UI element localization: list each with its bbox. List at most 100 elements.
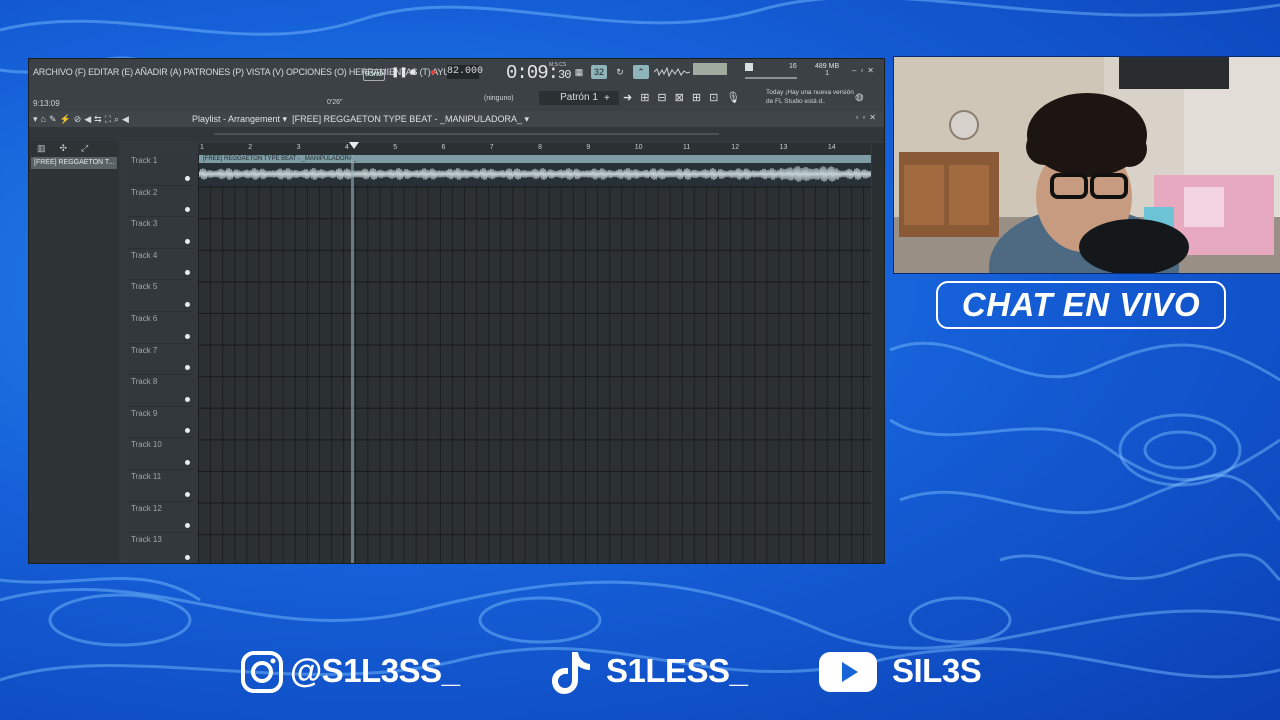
vertical-scrollbar[interactable] [872,143,884,563]
instagram-handle: @S1L3SS_ [240,648,480,698]
window-controls[interactable]: –▫✕ [852,66,878,75]
arrangement-grid[interactable] [198,155,871,563]
keyboard-icon[interactable]: ▦ [571,65,587,79]
track-mute-dot[interactable] [185,428,190,434]
webcam-image [894,57,1280,273]
track-label: Track 2 [131,187,158,197]
picker-panel: ▥✣⤢ [FREE] REGGAETON T... [29,141,119,563]
track-mute-dot[interactable] [185,554,190,560]
horizontal-scrollbar[interactable] [214,133,719,135]
position-readout: 0'26" [327,99,343,106]
track-header[interactable]: Track 9 [127,406,193,439]
track-header[interactable]: Track 11 [127,469,193,502]
window-toolbar[interactable]: ➜⊞⊟⊠⊞⊡🎙 [623,91,748,104]
ruler-tick-label: 1 [200,144,204,151]
news-label: Today [766,89,784,96]
track-header[interactable]: Track 13 [127,532,193,563]
track-label: Track 7 [131,345,158,355]
track-mute-dot[interactable] [185,207,190,213]
master-volume-slider[interactable] [745,77,797,79]
memory-value: 489 MB [815,63,840,70]
waveform-path [199,166,871,182]
instagram-text: @S1L3SS_ [290,652,460,689]
picker-item[interactable]: [FREE] REGGAETON T... [31,157,117,169]
track-header[interactable]: Track 10 [127,437,193,470]
track-mute-dot[interactable] [185,238,190,244]
track-mute-dot[interactable] [185,270,190,276]
ruler-tick-label: 11 [683,144,691,151]
playlist-header: ▾⌂✎⚡⊘◀⇆⛶⌕◀ Playlist - Arrangement ▾ [FRE… [29,111,884,127]
track-label: Track 4 [131,250,158,260]
ruler-tick-label: 12 [731,144,740,151]
ruler-tick-label: 3 [296,144,301,151]
playlist-title-text[interactable]: Playlist - Arrangement [192,114,280,124]
playlist-window-controls[interactable]: ▫▫✕ [856,113,880,122]
timeline-ruler[interactable]: 1 2 3 4 5 6 7 8 9 10 11 12 13 14 [198,143,871,155]
add-pattern-icon[interactable]: + [604,93,610,104]
youtube-text: SIL3S [892,652,982,689]
ruler-tick-label: 2 [248,144,253,151]
tiktok-text: S1LESS_ [606,652,748,689]
chat-en-vivo-label: CHAT EN VIVO [936,281,1226,329]
track-mute-dot[interactable] [185,301,190,307]
metronome-icon[interactable]: ⌃ [633,65,649,79]
cpu-readout: 16 [789,63,797,70]
track-label: Track 3 [131,219,158,229]
record-icon[interactable]: ● [430,67,436,78]
stop-icon[interactable]: ■ [410,67,416,78]
audio-clip[interactable]: [FREE] REGGAETON TYPE BEAT - _MANIPULADO… [199,155,871,186]
tiktok-handle: S1LESS_ [550,648,770,698]
ruler-tick-label: 5 [393,144,398,151]
instagram-icon [241,651,283,693]
track-list: Track 1 Track 2 Track 3 Track 4 Track 5 Track… [127,153,197,563]
playhead-marker[interactable] [349,142,359,149]
track-header[interactable]: Track 6 [127,311,193,344]
track-header[interactable]: Track 8 [127,374,193,407]
playlist-pattern[interactable]: [FREE] REGGAETON TYPE BEAT - _MANIPULADO… [292,114,522,124]
pause-icon[interactable]: ❚❚ [391,67,408,78]
playhead-line [351,155,354,563]
picker-icons[interactable]: ▥✣⤢ [37,143,102,154]
time-sub: 30 [558,68,571,82]
track-mute-dot[interactable] [185,459,190,465]
ruler-tick-label: 13 [779,144,788,151]
track-header[interactable]: Track 7 [127,343,193,376]
track-header[interactable]: Track 2 [127,185,193,218]
clip-title: [FREE] REGGAETON TYPE BEAT - _MANIPULADO… [199,155,871,163]
track-mute-dot[interactable] [185,396,190,402]
youtube-icon [819,652,877,692]
track-header[interactable]: Track 4 [127,248,193,281]
tempo-display[interactable]: 82.000 [447,65,483,79]
track-mute-dot[interactable] [185,523,190,529]
globe-icon[interactable]: ◍ [855,92,864,103]
track-label: Track 11 [131,472,162,481]
track-mute-dot[interactable] [185,175,190,181]
song-mode-button[interactable]: SONG [363,69,385,81]
output-wave-icon [654,67,690,77]
track-label: Track 5 [131,282,158,292]
track-mute-dot[interactable] [185,491,190,497]
track-header[interactable]: Track 5 [127,279,193,312]
master-pitch[interactable] [745,63,753,71]
tiktok-icon [552,652,590,694]
track-header[interactable]: Track 12 [127,501,193,534]
playlist-title: Playlist - Arrangement ▾ [FREE] REGGAETO… [192,114,530,124]
loop-icon[interactable]: ↻ [612,65,628,79]
news-panel[interactable]: Today ¡Hay una nueva versión de FL Studi… [766,88,856,106]
track-header[interactable]: Track 1 [127,153,193,186]
level-meter [693,63,727,75]
ruler-tick-label: 9 [586,144,591,151]
time-format: M:S:CS [549,62,567,68]
clip-waveform [199,166,871,182]
track-mute-dot[interactable] [185,333,190,339]
step-icon[interactable]: 32 [591,65,607,79]
track-mute-dot[interactable] [185,365,190,371]
memory-readout: 489 MB 1 [815,63,839,77]
track-label: Track 6 [131,314,158,323]
track-label: Track 8 [131,377,158,387]
playlist-tools[interactable]: ▾⌂✎⚡⊘◀⇆⛶⌕◀ [33,114,132,125]
pattern-selector[interactable]: (ninguno) [472,93,544,105]
track-label: Track 10 [131,440,162,450]
track-header[interactable]: Track 3 [127,216,193,249]
time-small: 9:13:09 [33,99,60,108]
